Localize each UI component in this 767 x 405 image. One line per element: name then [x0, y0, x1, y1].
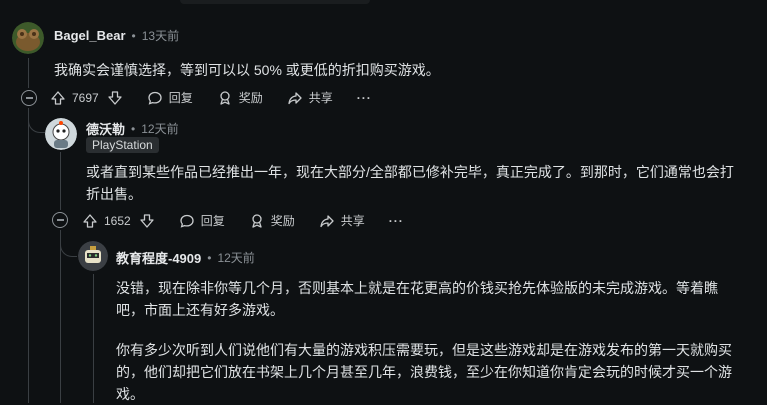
award-label: 奖励: [270, 214, 295, 228]
comment-line: 没错，现在除非你等几个月，否则基本上就是在花更高的价钱买抢先体验版的未完成游戏。…: [116, 280, 718, 296]
share-button[interactable]: 共享: [287, 89, 333, 106]
thread-line: [93, 274, 94, 403]
comment-body: 我确实会谨慎选择，等到可以以 50% 或更低的折扣购买游戏。: [54, 59, 440, 81]
reply-label: 回复: [200, 214, 225, 228]
timestamp[interactable]: 12天前: [141, 120, 178, 137]
downvote-button[interactable]: [107, 90, 123, 106]
downvote-button[interactable]: [139, 213, 155, 229]
separator-dot: •: [131, 121, 136, 136]
username[interactable]: 教育程度-4909: [116, 248, 201, 267]
user-flair: PlayStation: [86, 137, 159, 153]
timestamp[interactable]: 12天前: [217, 249, 254, 266]
separator-dot: •: [131, 28, 136, 43]
avatar-education-4909[interactable]: [78, 241, 108, 271]
comment-line: 或者直到某些作品已经推出一年，现在大部分/全部都已修补完毕，真正完成了。到那时，…: [86, 164, 734, 180]
comment-line: 你有多少次听到人们说他们有大量的游戏积压需要玩，但是这些游戏却是在游戏发布的第一…: [116, 342, 732, 358]
thread-line: [60, 152, 61, 210]
reply-button[interactable]: 回复: [179, 212, 225, 229]
comment-body: 没错，现在除非你等几个月，否则基本上就是在花更高的价钱买抢先体验版的未完成游戏。…: [116, 277, 761, 405]
more-options-button[interactable]: ···: [357, 91, 372, 105]
avatar-bagel-bear[interactable]: [12, 22, 44, 54]
thread-branch: [60, 232, 77, 257]
comment-line: 折出售。: [86, 186, 142, 202]
more-icon: ···: [356, 90, 372, 105]
reply-label: 回复: [168, 91, 193, 105]
reply-button[interactable]: 回复: [147, 89, 193, 106]
thread-line: [60, 230, 61, 403]
username[interactable]: 德沃勒: [86, 119, 125, 138]
thread-line: [28, 108, 29, 403]
comment-header: Bagel_Bear • 13天前: [54, 27, 179, 44]
thread-branch: [28, 110, 45, 133]
award-label: 奖励: [238, 91, 263, 105]
comment-bubble-icon: [148, 91, 162, 105]
separator-dot: •: [207, 250, 212, 265]
comment-paragraph: 我确实会谨慎选择，等到可以以 50% 或更低的折扣购买游戏。: [54, 62, 440, 78]
upvote-icon: [51, 90, 65, 105]
share-button[interactable]: 共享: [319, 212, 365, 229]
share-label: 共享: [308, 91, 333, 105]
award-icon: [252, 213, 262, 228]
more-icon: ···: [388, 213, 404, 228]
vote-count: 1652: [104, 213, 131, 228]
timestamp[interactable]: 13天前: [142, 27, 179, 44]
share-icon: [320, 214, 334, 227]
more-options-button[interactable]: ···: [389, 214, 404, 228]
comment-bubble-icon: [180, 214, 194, 228]
upvote-button[interactable]: 1652: [82, 213, 131, 229]
collapse-thread-button[interactable]: [21, 90, 37, 106]
downvote-icon: [108, 90, 122, 105]
comment-line: 的，他们却把它们放在书架上几个月甚至几年，浪费钱，至少在你知道你肯定会玩的时候才…: [116, 364, 732, 380]
downvote-icon: [140, 213, 154, 228]
comment-body: 或者直到某些作品已经推出一年，现在大部分/全部都已修补完毕，真正完成了。到那时，…: [86, 161, 756, 205]
comment-actions: 1652 回复 奖励 共享 ···: [82, 212, 428, 229]
comment-line: 吧，市面上还有好多游戏。: [116, 302, 284, 318]
upvote-button[interactable]: 7697: [50, 90, 99, 106]
avatar-dewolle[interactable]: [45, 118, 77, 150]
comment-header: 教育程度-4909 • 12天前: [116, 248, 255, 267]
thread-line: [28, 58, 29, 88]
comment-line: 戏。: [116, 386, 144, 402]
username[interactable]: Bagel_Bear: [54, 28, 126, 43]
vote-count: 7697: [72, 90, 99, 105]
share-label: 共享: [340, 214, 365, 228]
collapse-thread-button[interactable]: [52, 212, 68, 228]
award-button[interactable]: 奖励: [249, 212, 295, 229]
award-icon: [220, 90, 230, 105]
award-button[interactable]: 奖励: [217, 89, 263, 106]
comment-actions: 7697 回复 奖励 共享 ···: [50, 89, 396, 106]
upvote-icon: [83, 213, 97, 228]
comment-header: 德沃勒 • 12天前: [86, 119, 179, 138]
share-icon: [288, 91, 302, 104]
top-scroll-remnant: [180, 0, 370, 4]
